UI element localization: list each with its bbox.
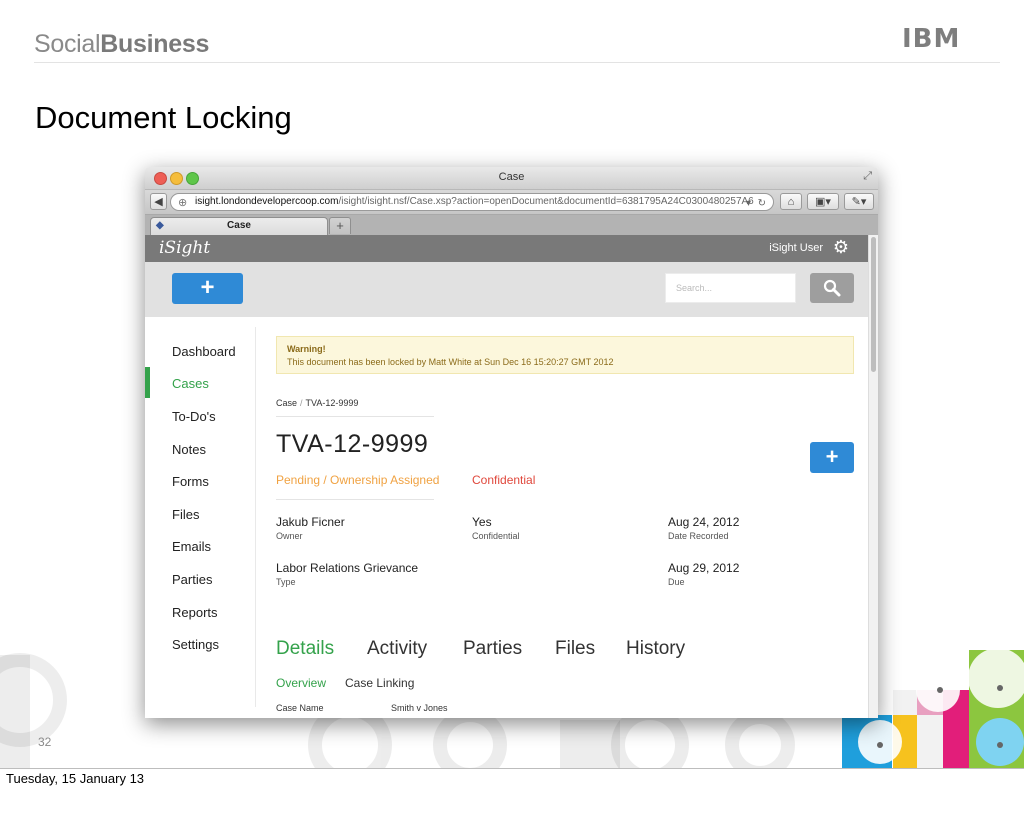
isight-logo[interactable]: iSight [159,238,210,258]
due-value: Aug 29, 2012 [668,561,740,575]
sidebar-item-todos[interactable]: To-Do's [172,409,216,424]
favicon-icon: ◆ [156,220,164,231]
lock-warning-alert: Warning! This document has been locked b… [276,336,854,374]
type-value: Labor Relations Grievance [276,561,419,575]
sidebar-item-reports[interactable]: Reports [172,605,218,620]
brand-logo: SocialBusiness [34,30,209,59]
ibm-logo: IBM [902,24,961,54]
browser-toolbar: ◀ ⊕ isight.londondevelopercoop.com/isigh… [145,190,878,215]
tab-parties[interactable]: Parties [463,638,522,660]
browser-titlebar: Case ⤢ [145,167,878,190]
case-name-label: Case Name [276,703,324,713]
action-bar: + Search... [145,262,869,317]
new-tab-button[interactable]: + [329,217,351,234]
breadcrumb-separator: / [300,398,303,408]
date-recorded-value: Aug 24, 2012 [668,515,740,529]
subtab-case-linking[interactable]: Case Linking [345,676,414,690]
sidebar-item-emails[interactable]: Emails [172,539,211,554]
tab-details[interactable]: Details [276,638,334,660]
owner-label: Owner [276,531,303,541]
window-title: Case [498,171,525,183]
breadcrumb-current: TVA-12-9999 [305,398,359,408]
address-bar[interactable]: ⊕ isight.londondevelopercoop.com/isight/… [170,193,774,211]
sidebar-item-cases[interactable]: Cases [172,376,209,391]
tab-label: Case [227,220,251,231]
browser-tabbar: ◆ Case + [145,215,878,236]
sidebar-item-files[interactable]: Files [172,507,199,522]
reload-icon[interactable]: ↻ [758,196,766,210]
sidebar-item-parties[interactable]: Parties [172,572,212,587]
brand-logo-bold: Business [100,30,210,58]
scrollbar-thumb[interactable] [871,237,876,372]
footer-date: Tuesday, 15 January 13 [6,771,145,786]
due-label: Due [668,577,685,587]
sidebar-nav: Dashboard Cases To-Do's Notes Forms File… [145,317,255,718]
sidebar-item-notes[interactable]: Notes [172,442,206,457]
subtab-overview[interactable]: Overview [276,676,326,690]
page-scrollbar[interactable] [868,235,878,718]
case-status: Pending / Ownership Assigned [276,473,440,487]
owner-value: Jakub Ficner [276,515,345,529]
divider [276,416,434,417]
globe-icon: ⊕ [178,197,188,209]
tab-activity[interactable]: Activity [367,638,427,660]
warning-title: Warning! [287,344,326,354]
chevron-down-icon[interactable]: ▾ [746,196,751,210]
search-icon [823,279,841,297]
case-name-value: Smith v Jones [391,703,448,713]
slide-title: Document Locking [35,100,292,135]
sidebar-item-settings[interactable]: Settings [172,637,219,652]
home-button[interactable]: ⌂ [780,193,802,210]
user-menu[interactable]: iSight User [769,242,823,254]
isight-app: iSight iSight User ⚙ + Search... Dashboa… [145,235,869,718]
sidebar-divider [255,327,256,707]
tab-files[interactable]: Files [555,638,595,660]
confidential-value: Yes [472,515,492,529]
add-item-button[interactable]: + [810,442,854,473]
search-input[interactable]: Search... [665,273,796,303]
gear-icon[interactable]: ⚙ [833,237,849,258]
slide-number: 32 [38,735,52,749]
confidential-label: Confidential [472,531,520,541]
footer-area [0,768,1024,839]
back-button[interactable]: ◀ [150,193,167,210]
url-host: isight.londondevelopercoop.com [195,196,339,207]
bookmarks-button[interactable]: ▣▾ [807,193,839,210]
case-content: Warning! This document has been locked b… [276,317,856,718]
confidential-flag: Confidential [472,473,536,487]
breadcrumb-root[interactable]: Case [276,398,297,408]
warning-message: This document has been locked by Matt Wh… [287,357,614,367]
browser-window: Case ⤢ ◀ ⊕ isight.londondevelopercoop.co… [145,167,878,718]
active-indicator [145,367,150,398]
brand-logo-light: Social [34,30,101,58]
browser-tab-case[interactable]: ◆ Case [150,217,328,235]
presentation-slide: SocialBusiness IBM Document Locking Case… [0,0,1024,768]
type-label: Type [276,577,296,587]
header-divider [34,62,1000,63]
app-header: iSight iSight User ⚙ [145,235,869,262]
tab-history[interactable]: History [626,638,685,660]
fullscreen-icon[interactable]: ⤢ [863,170,872,183]
tools-button[interactable]: ✎▾ [844,193,874,210]
case-id-title: TVA-12-9999 [276,430,429,458]
url-path: /isight/isight.nsf/Case.xsp?action=openD… [338,196,754,207]
sidebar-item-forms[interactable]: Forms [172,474,209,489]
search-button[interactable] [810,273,854,303]
date-recorded-label: Date Recorded [668,531,729,541]
sidebar-item-dashboard[interactable]: Dashboard [172,344,236,359]
divider [276,499,434,500]
add-new-button[interactable]: + [172,273,243,304]
breadcrumb: Case / TVA-12-9999 [276,398,358,408]
